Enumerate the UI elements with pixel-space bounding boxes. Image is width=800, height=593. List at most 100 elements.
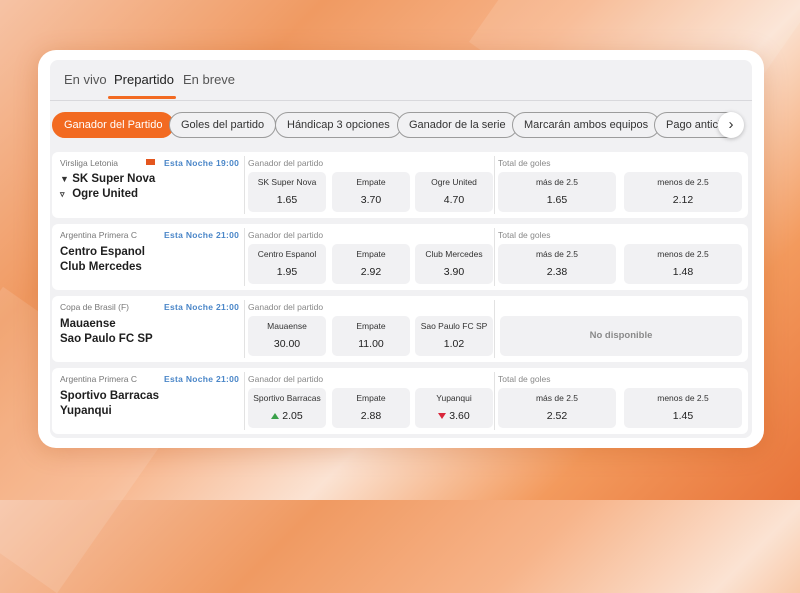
arrow-down-icon [438,413,447,420]
divider [244,228,245,286]
market-title: Total de goles [498,374,551,384]
league-name: Virsliga Letonia [60,158,118,168]
odds-button[interactable]: más de 2.5 2.38 [498,244,616,284]
odds-value: 1.65 [276,194,298,206]
odds-value: 1.45 [672,410,694,422]
league-name: Argentina Primera C [60,230,138,240]
outcome-label: más de 2.5 [535,177,579,187]
outcome-label: Centro Espanol [257,249,317,259]
sportsbook-panel: En vivo Prepartido En breve Ganador del … [50,60,752,438]
odds-value: 2.52 [546,410,568,422]
chevron-right-icon[interactable]: › [718,112,744,138]
odds-button[interactable]: menos de 2.5 2.12 [624,172,742,212]
odds-value: 3.90 [443,266,465,278]
odds-button[interactable]: Centro Espanol 1.95 [248,244,326,284]
odds-button[interactable]: Yupanqui 3.60 [415,388,493,428]
odds-button[interactable]: más de 2.5 1.65 [498,172,616,212]
outcome-label: más de 2.5 [535,393,579,403]
odds-button[interactable]: Mauaense 30.00 [248,316,326,356]
odds-value: 1.02 [443,338,465,350]
odds-value: 1.48 [672,266,694,278]
match-time: Esta Noche 21:00 [164,302,240,312]
odds-value: 2.88 [360,410,382,422]
outcome-label: Empate [356,249,386,259]
match-row: Copa de Brasil (F) Esta Noche 21:00 Maua… [52,296,748,362]
odds-value: 2.12 [672,194,694,206]
team-home-name: Sportivo Barracas [60,390,160,402]
odds-button[interactable]: menos de 2.5 1.48 [624,244,742,284]
team-away: ▿ Ogre United [60,188,138,200]
odds-value: 1.65 [546,194,568,206]
market-title: Ganador del partido [248,158,324,168]
active-tab-indicator [108,96,176,99]
filter-ganador-de-la-serie[interactable]: Ganador de la serie [397,112,518,138]
outcome-label: SK Super Nova [257,177,317,187]
odds-button[interactable]: Empate 11.00 [332,316,410,356]
odds-value: 4.70 [443,194,465,206]
jersey-icon: ▿ [60,189,65,199]
team-home-name: SK Super Nova [72,173,156,185]
divider [494,156,495,214]
tab-en-vivo[interactable]: En vivo [64,72,107,87]
odds-button[interactable]: SK Super Nova 1.65 [248,172,326,212]
divider [494,372,495,430]
match-time: Esta Noche 19:00 [164,158,240,168]
odds-button[interactable]: Club Mercedes 3.90 [415,244,493,284]
outcome-label: Club Mercedes [425,249,483,259]
divider [244,156,245,214]
odds-button[interactable]: Sportivo Barracas 2.05 [248,388,326,428]
odds-button[interactable]: Sao Paulo FC SP 1.02 [415,316,493,356]
arrow-up-icon [271,413,280,420]
market-title: Ganador del partido [248,374,324,384]
odds-button[interactable]: Ogre United 4.70 [415,172,493,212]
odds-value: 2.38 [546,266,568,278]
odds-value-row: 2.05 [248,410,326,422]
odds-value: 3.70 [360,194,382,206]
odds-value: 1.95 [276,266,298,278]
tab-bar: En vivo Prepartido En breve [50,60,752,101]
market-title: Total de goles [498,230,551,240]
team-home: ▼ SK Super Nova [60,173,155,185]
league-name: Copa de Brasil (F) [60,302,129,312]
odds-button[interactable]: más de 2.5 2.52 [498,388,616,428]
outcome-label: Sportivo Barracas [253,393,321,403]
outcome-label: Mauaense [267,321,307,331]
match-time: Esta Noche 21:00 [164,230,240,240]
odds-button[interactable]: menos de 2.5 1.45 [624,388,742,428]
filter-goles-del-partido[interactable]: Goles del partido [169,112,277,138]
filter-handicap-3-opciones[interactable]: Hándicap 3 opciones [275,112,402,138]
match-row: Argentina Primera C Esta Noche 21:00 Cen… [52,224,748,290]
divider [494,300,495,358]
odds-value-row: 3.60 [415,410,493,422]
divider [494,228,495,286]
odds-value: 30.00 [273,338,301,350]
outcome-label: Ogre United [431,177,477,187]
outcome-label: menos de 2.5 [657,177,709,187]
filter-ganador-del-partido[interactable]: Ganador del Partido [52,112,175,138]
team-home-name: Centro Espanol [60,246,145,258]
odds-button[interactable]: Empate 2.88 [332,388,410,428]
jersey-icon: ▼ [60,174,69,184]
outcome-label: Yupanqui [436,393,472,403]
outcome-label: más de 2.5 [535,249,579,259]
outcome-label: Sao Paulo FC SP [420,321,488,331]
filter-marcaran-ambos-equipos[interactable]: Marcarán ambos equipos [512,112,661,138]
team-away-name: Club Mercedes [60,261,142,273]
odds-value: 2.92 [360,266,382,278]
tab-en-breve[interactable]: En breve [183,72,235,87]
outcome-label: menos de 2.5 [657,249,709,259]
team-away-name: Sao Paulo FC SP [60,333,153,345]
odds-value: 2.05 [282,410,303,422]
outcome-label: Empate [356,177,386,187]
odds-button[interactable]: Empate 2.92 [332,244,410,284]
match-time: Esta Noche 21:00 [164,374,240,384]
odds-button[interactable]: Empate 3.70 [332,172,410,212]
tab-prepartido[interactable]: Prepartido [114,72,174,87]
match-row: Argentina Primera C Esta Noche 21:00 Spo… [52,368,748,434]
outcome-label: Empate [356,393,386,403]
team-home-name: Mauaense [60,318,116,330]
team-away-name: Yupanqui [60,405,112,417]
match-row: Virsliga Letonia Esta Noche 19:00 ▼ SK S… [52,152,748,218]
odds-value: 3.60 [449,410,470,422]
team-away-name: Ogre United [72,188,139,200]
